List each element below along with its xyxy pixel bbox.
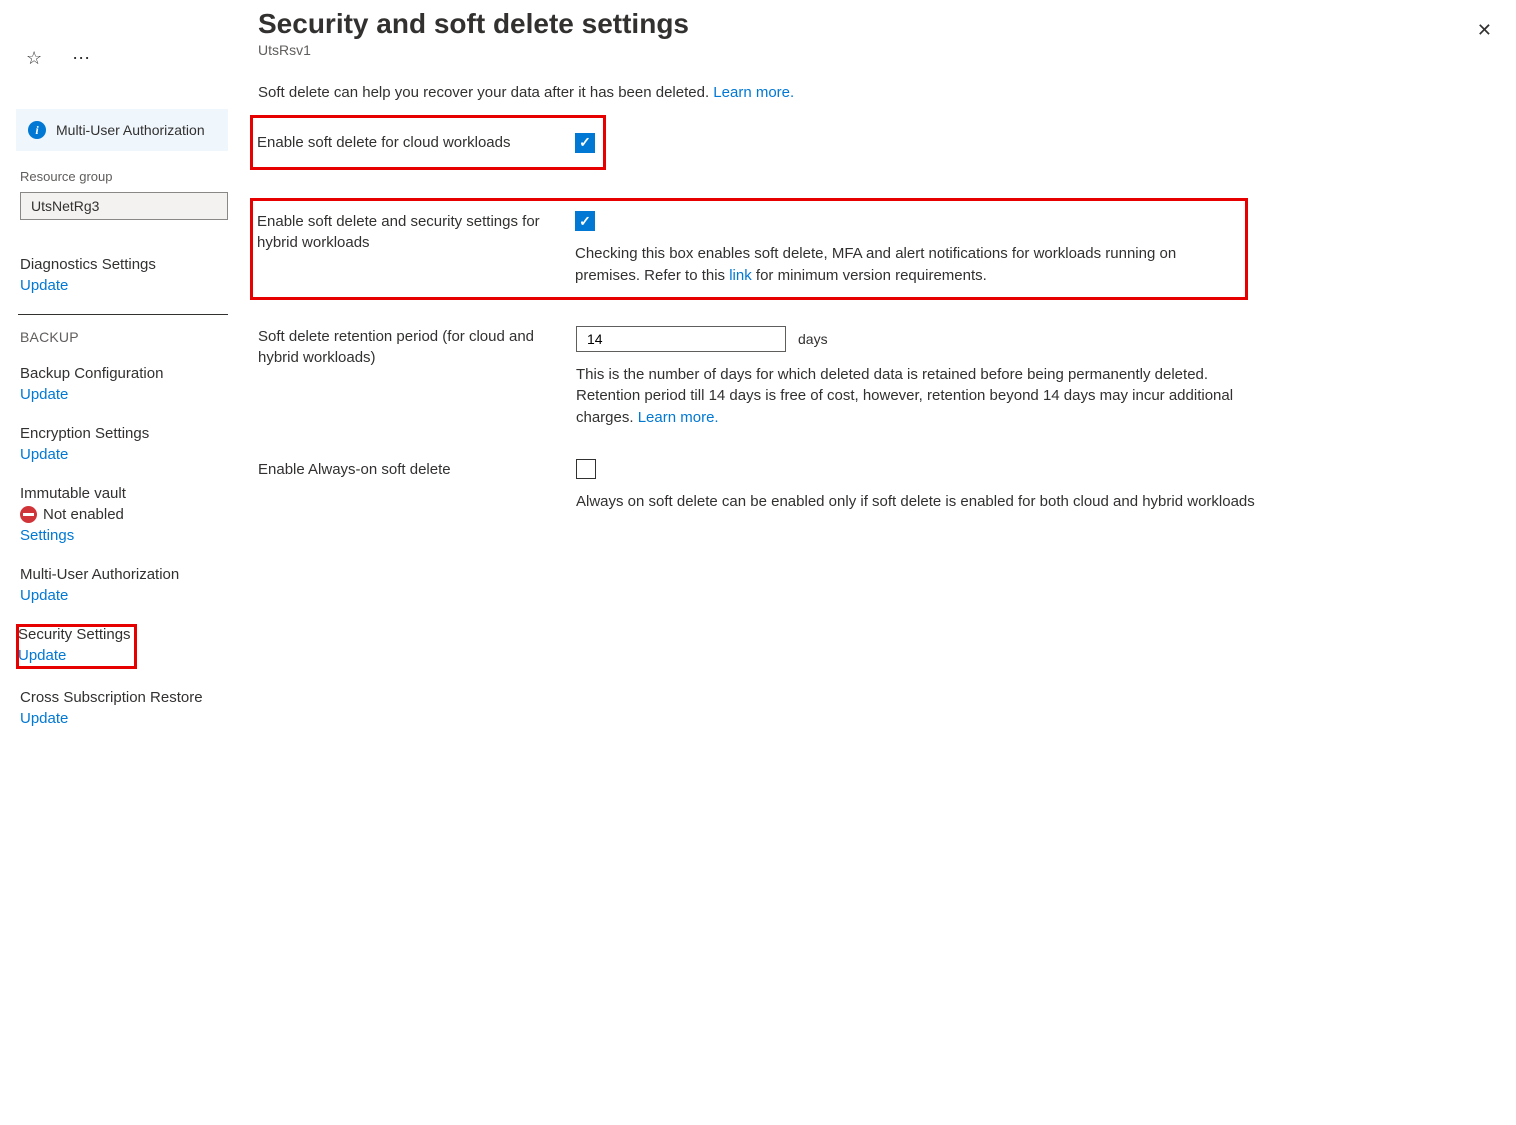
always-on-helper: Always on soft delete can be enabled onl… <box>576 491 1256 513</box>
enable-cloud-label: Enable soft delete for cloud workloads <box>257 132 575 153</box>
always-on-row: Enable Always-on soft delete Always on s… <box>258 459 1486 513</box>
favorite-star-icon[interactable]: ☆ <box>26 48 42 69</box>
hybrid-link[interactable]: link <box>729 267 752 284</box>
sidebar-item-multi-user-auth: Multi-User Authorization Update <box>20 566 228 604</box>
encryption-update-link[interactable]: Update <box>20 446 228 463</box>
diagnostics-update-link[interactable]: Update <box>20 277 228 294</box>
mua-update-link[interactable]: Update <box>20 587 228 604</box>
more-icon[interactable]: ⋯ <box>72 48 90 69</box>
retention-helper-text: This is the number of days for which del… <box>576 364 1256 429</box>
close-icon[interactable]: ✕ <box>1477 20 1492 41</box>
always-on-checkbox[interactable] <box>576 459 596 479</box>
sidebar: ☆ ⋯ i Multi-User Authorization Resource … <box>0 0 228 1125</box>
retention-days-input[interactable] <box>576 326 786 352</box>
security-update-link[interactable]: Update <box>18 647 131 664</box>
enable-hybrid-checkbox[interactable] <box>575 211 595 231</box>
backup-config-update-link[interactable]: Update <box>20 386 228 403</box>
csr-update-link[interactable]: Update <box>20 710 228 727</box>
sidebar-item-cross-sub-restore: Cross Subscription Restore Update <box>20 689 228 727</box>
always-on-label: Enable Always-on soft delete <box>258 459 576 480</box>
retention-unit: days <box>798 331 828 347</box>
sidebar-item-backup-config: Backup Configuration Update <box>20 365 228 403</box>
info-banner: i Multi-User Authorization <box>16 109 228 151</box>
retention-learn-more-link[interactable]: Learn more. <box>638 409 719 426</box>
resource-group-field[interactable]: UtsNetRg3 <box>20 192 228 220</box>
diagnostics-settings-title: Diagnostics Settings <box>20 256 228 273</box>
sidebar-item-encryption: Encryption Settings Update <box>20 425 228 463</box>
page-title: Security and soft delete settings <box>258 8 1486 40</box>
highlight-security-settings: Security Settings Update <box>18 626 135 667</box>
page-subtitle: UtsRsv1 <box>258 42 1486 58</box>
not-enabled-icon <box>20 506 37 523</box>
intro-learn-more-link[interactable]: Learn more. <box>713 84 794 101</box>
backup-group-header: BACKUP <box>20 329 228 345</box>
enable-cloud-checkbox[interactable] <box>575 133 595 153</box>
sidebar-item-immutable-vault: Immutable vault Not enabled Settings <box>20 485 228 544</box>
highlight-enable-cloud: Enable soft delete for cloud workloads <box>250 115 606 170</box>
info-banner-text: Multi-User Authorization <box>56 122 205 138</box>
immutable-settings-link[interactable]: Settings <box>20 527 228 544</box>
resource-group-label: Resource group <box>20 169 228 184</box>
intro-text: Soft delete can help you recover your da… <box>258 84 1486 101</box>
main-panel: ✕ Security and soft delete settings UtsR… <box>228 0 1516 1125</box>
retention-label: Soft delete retention period (for cloud … <box>258 326 576 368</box>
immutable-status: Not enabled <box>43 506 124 523</box>
highlight-enable-hybrid: Enable soft delete and security settings… <box>250 198 1248 300</box>
enable-hybrid-label: Enable soft delete and security settings… <box>257 211 575 253</box>
divider <box>18 314 228 315</box>
sidebar-item-security-settings: Security Settings <box>18 626 131 643</box>
retention-row: Soft delete retention period (for cloud … <box>258 326 1486 429</box>
info-icon: i <box>28 121 46 139</box>
hybrid-helper-text: Checking this box enables soft delete, M… <box>575 243 1239 287</box>
